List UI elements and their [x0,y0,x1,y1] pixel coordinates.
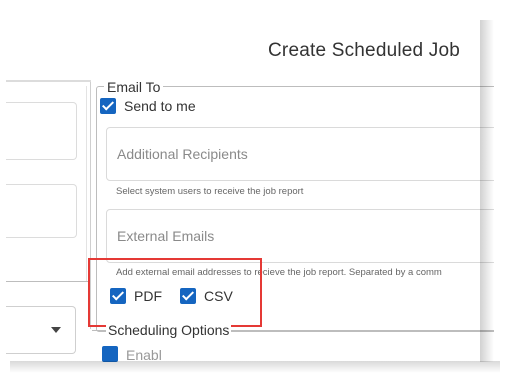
dialog-crop: Create Scheduled Job Email To Send to me… [6,6,494,362]
enable-scheduling-label: Enabl [126,347,162,362]
paper-shadow-bottom [10,361,500,373]
external-emails-input[interactable] [117,228,477,244]
left-field-2[interactable] [6,184,77,238]
additional-recipients-field[interactable] [106,127,494,181]
external-emails-field[interactable] [106,209,494,263]
chevron-down-icon [51,327,61,333]
send-to-me-label: Send to me [124,98,196,114]
send-to-me-checkbox[interactable] [100,98,116,114]
scheduling-options-legend: Scheduling Options [106,322,232,338]
enable-scheduling-checkbox[interactable] [102,346,118,362]
left-panel-inner-edge [86,86,87,281]
email-to-legend: Email To [104,79,164,95]
left-panel-divider [6,80,91,82]
left-dropdown[interactable] [6,306,76,354]
left-field-1[interactable] [6,102,77,160]
paper-shadow-right [480,20,494,362]
additional-recipients-helper: Select system users to receive the job r… [116,186,304,197]
additional-recipients-input[interactable] [117,146,477,162]
dialog-title: Create Scheduled Job [268,40,461,61]
left-panel-divider-bottom [6,281,90,282]
highlight-box [88,258,262,327]
